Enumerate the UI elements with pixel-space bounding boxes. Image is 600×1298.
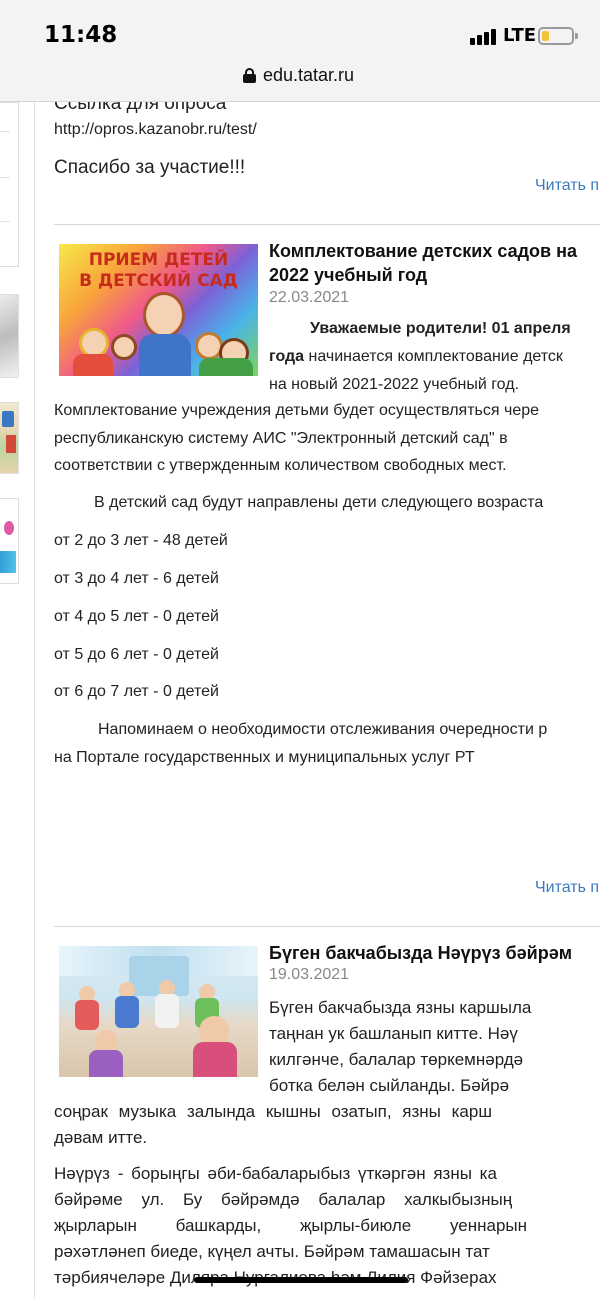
survey-link[interactable]: http://opros.kazanobr.ru/test/: [54, 121, 257, 139]
post-paragraph-line: килгәнче, балалар төркемнәрдә: [269, 1050, 524, 1069]
url-text[interactable]: edu.tatar.ru: [263, 65, 354, 86]
post-paragraph-line: таңнан ук башланып китте. Нәү: [269, 1024, 518, 1043]
news-feed: Ссылка для опроса http://opros.kazanobr.…: [54, 102, 600, 1298]
post-date: 22.03.2021: [269, 289, 350, 306]
lead-text-line2: года начинается комплектование детск: [269, 348, 563, 365]
post-paragraph-line: соңрак музыка залында кышны озатып, язны…: [54, 1102, 492, 1121]
post-title[interactable]: Бүген бакчабызда Нәүрүз бәйрәм: [269, 943, 572, 964]
post-title-line2[interactable]: 2022 учебный год: [269, 265, 427, 286]
thanks-text: Спасибо за участие!!!: [54, 157, 246, 178]
image-caption: ПРИЕМ ДЕТЕЙ В ДЕТСКИЙ САД: [79, 250, 238, 291]
age-group-item: от 5 до 6 лет - 0 детей: [54, 646, 219, 663]
lock-icon: [243, 68, 256, 83]
clock: 11:48: [44, 22, 118, 48]
home-indicator: [194, 1277, 408, 1283]
lead-bold-text: Уважаемые родители! 01 апреля: [310, 320, 571, 337]
age-group-item: от 6 до 7 лет - 0 детей: [54, 683, 219, 700]
survey-label: Ссылка для опроса: [54, 102, 227, 114]
post-paragraph-line: җырларын башкарды, җырлы-биюле уеннарын: [54, 1216, 528, 1235]
reminder-line2: на Портале государственных и муниципальн…: [54, 749, 475, 766]
signal-icon: [470, 27, 498, 45]
post-paragraph-line: Бүген бакчабызда язны каршыла: [269, 998, 532, 1017]
lead-text-line3: на новый 2021-2022 учебный год.: [269, 376, 520, 393]
post-paragraph-line: дәвам итте.: [54, 1128, 148, 1147]
age-intro: В детский сад будут направлены дети след…: [94, 494, 544, 511]
sidebar-banner-3[interactable]: [0, 498, 19, 584]
post-paragraph-line: рәхәтләнеп биеде, күңел ачты. Бәйрәм там…: [54, 1242, 490, 1261]
read-more-link[interactable]: Читать п: [535, 879, 599, 897]
status-bar: 11:48 LTE: [0, 0, 600, 60]
address-bar[interactable]: edu.tatar.ru: [0, 60, 600, 102]
sidebar-banner-1[interactable]: [0, 294, 19, 378]
reminder-line1: Напоминаем о необходимости отслеживания …: [98, 721, 548, 738]
sidebar-banner-2[interactable]: [0, 402, 19, 474]
battery-icon: [538, 27, 578, 45]
age-group-item: от 4 до 5 лет - 0 детей: [54, 608, 219, 625]
post-divider: [54, 224, 600, 225]
age-group-item: от 2 до 3 лет - 48 детей: [54, 532, 228, 549]
post-title[interactable]: Комплектование детских садов на: [269, 241, 577, 262]
post-date: 19.03.2021: [269, 966, 350, 983]
news-image-kindergarten[interactable]: ПРИЕМ ДЕТЕЙ В ДЕТСКИЙ САД: [59, 244, 258, 376]
body-text-line3: соответствии с утвержденным количеством …: [54, 457, 507, 474]
read-more-link[interactable]: Читать п: [535, 177, 599, 195]
body-text-line1: Комплектование учреждения детьми будет о…: [54, 402, 540, 419]
post-paragraph-line: Нәүрүз - борыңгы әби-бабаларыбыз үткәргә…: [54, 1164, 497, 1183]
sidebar-menu-panel: [0, 102, 19, 267]
post-divider: [54, 926, 600, 927]
post-paragraph-line: ботка белән сыйланды. Бәйрә: [269, 1076, 510, 1095]
network-type: LTE: [503, 25, 537, 46]
left-sidebar: [0, 102, 20, 1298]
body-text-line2: республиканскую систему АИС "Электронный…: [54, 430, 508, 447]
age-group-item: от 3 до 4 лет - 6 детей: [54, 570, 219, 587]
news-image-nowruz[interactable]: [59, 946, 258, 1077]
column-divider: [34, 102, 35, 1298]
post-paragraph-line: бәйрәме ул. Бу бәйрәмдә балалар халкыбыз…: [54, 1190, 513, 1209]
